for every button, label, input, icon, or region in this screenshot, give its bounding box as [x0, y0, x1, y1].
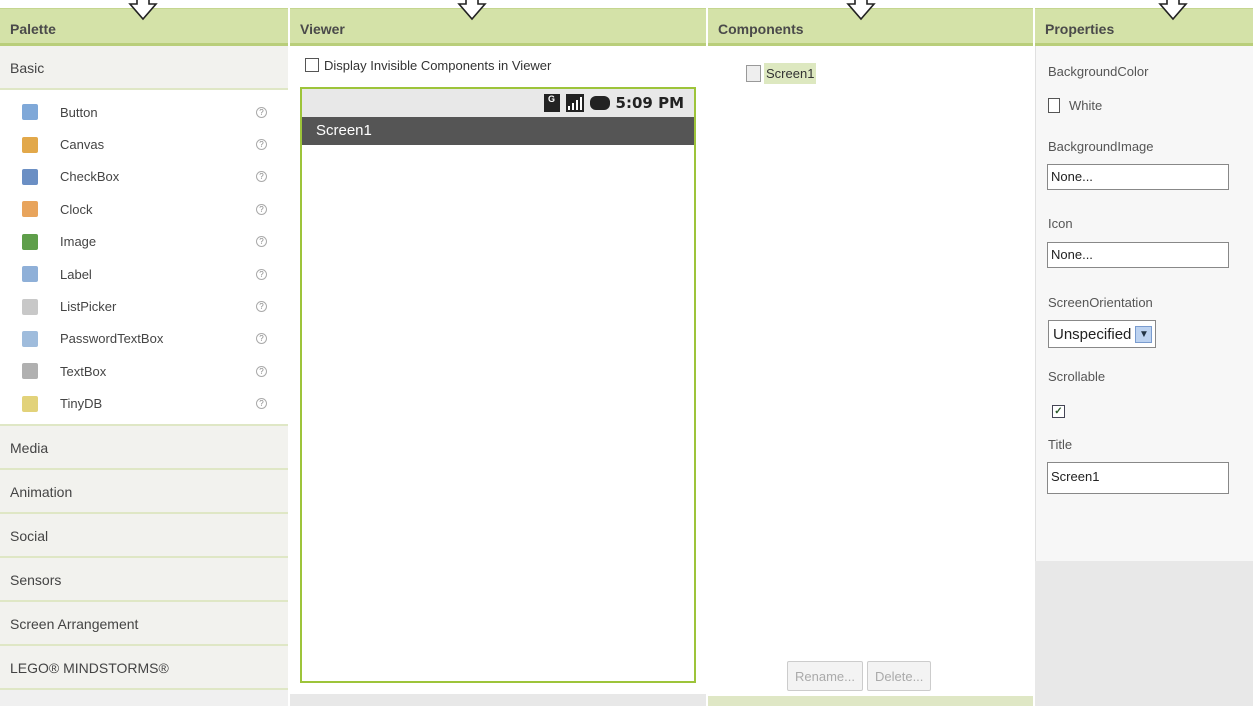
- palette-item-textbox[interactable]: TextBox?: [0, 355, 288, 387]
- display-invisible-row[interactable]: Display Invisible Components in Viewer: [290, 46, 706, 84]
- screen-orientation-label: ScreenOrientation: [1048, 295, 1153, 310]
- label-icon: [22, 266, 38, 283]
- category-media[interactable]: Media: [0, 425, 288, 470]
- palette-item-listpicker[interactable]: ListPicker?: [0, 290, 288, 322]
- icon-input[interactable]: None...: [1047, 242, 1229, 268]
- display-invisible-checkbox[interactable]: [305, 58, 319, 72]
- help-icon[interactable]: ?: [256, 139, 267, 151]
- components-arrow-icon: [846, 0, 876, 21]
- properties-arrow-icon: [1158, 0, 1188, 21]
- viewer-footer: [290, 694, 706, 706]
- help-icon[interactable]: ?: [256, 333, 267, 345]
- help-icon[interactable]: ?: [256, 301, 267, 313]
- components-panel: Components Screen1 Rename... Delete...: [708, 8, 1033, 706]
- palette-item-image[interactable]: Image?: [0, 226, 288, 258]
- textbox-icon: [22, 363, 38, 380]
- palette-item-label[interactable]: Label?: [0, 258, 288, 290]
- palette-arrow-icon: [128, 0, 158, 21]
- help-icon[interactable]: ?: [256, 106, 267, 118]
- tinydb-icon: [22, 395, 38, 412]
- tree-node-screen1[interactable]: Screen1: [746, 63, 817, 84]
- checkbox-icon: [22, 168, 38, 185]
- scrollable-checkbox[interactable]: ✓: [1052, 405, 1065, 418]
- status-time: 5:09 PM: [615, 94, 684, 112]
- background-color-value[interactable]: White: [1069, 98, 1102, 113]
- chevron-down-icon[interactable]: ▼: [1135, 325, 1153, 343]
- passwordtextbox-icon: [22, 330, 38, 347]
- button-icon: [22, 104, 38, 121]
- title-input[interactable]: Screen1: [1047, 462, 1229, 494]
- listpicker-icon: [22, 298, 38, 315]
- palette-list: Button? Canvas? CheckBox? Clock? Image? Label…: [0, 90, 288, 426]
- phone-preview[interactable]: G 5:09 PM Screen1: [300, 87, 696, 683]
- palette-item-checkbox[interactable]: CheckBox?: [0, 161, 288, 193]
- palette-item-label: PasswordTextBox: [60, 331, 164, 347]
- title-label: Title: [1048, 437, 1073, 452]
- help-icon[interactable]: ?: [256, 398, 267, 410]
- help-icon[interactable]: ?: [256, 203, 267, 215]
- properties-panel: Properties BackgroundColor White Backgro…: [1035, 8, 1253, 706]
- screen-title-bar: Screen1: [302, 117, 694, 145]
- category-social[interactable]: Social: [0, 513, 288, 558]
- signal-icon: [565, 94, 584, 112]
- help-icon[interactable]: ?: [256, 268, 267, 280]
- palette-item-label: TinyDB: [60, 396, 103, 412]
- background-image-label: BackgroundImage: [1048, 139, 1154, 154]
- palette-categories: Media Animation Social Sensors Screen Arrang…: [0, 425, 288, 690]
- screen-icon: [746, 65, 761, 82]
- viewer-arrow-icon: [457, 0, 487, 21]
- help-icon[interactable]: ?: [256, 365, 267, 377]
- category-animation[interactable]: Animation: [0, 469, 288, 514]
- screen-orientation-select[interactable]: Unspecified ▼: [1048, 320, 1157, 348]
- image-icon: [22, 233, 38, 250]
- palette-item-label: Clock: [60, 201, 93, 217]
- palette-item-label: Label: [60, 266, 92, 282]
- palette-item-label: TextBox: [60, 363, 107, 379]
- properties-header: Properties: [1035, 8, 1253, 46]
- scrollable-label: Scrollable: [1048, 369, 1106, 384]
- properties-body: BackgroundColor White BackgroundImage No…: [1035, 46, 1253, 561]
- palette-item-label: ListPicker: [60, 299, 117, 315]
- delete-button[interactable]: Delete...: [866, 661, 932, 691]
- icon-label: Icon: [1048, 216, 1073, 231]
- display-invisible-label: Display Invisible Components in Viewer: [324, 57, 552, 73]
- phone-status-bar: G 5:09 PM: [302, 89, 694, 117]
- help-icon[interactable]: ?: [256, 236, 267, 248]
- category-lego-mindstorms[interactable]: LEGO® MINDSTORMS®: [0, 645, 288, 690]
- rename-button[interactable]: Rename...: [787, 661, 863, 691]
- palette-item-label: Image: [60, 234, 97, 250]
- palette-item-tinydb[interactable]: TinyDB?: [0, 388, 288, 420]
- help-icon[interactable]: ?: [256, 171, 267, 183]
- viewer-header: Viewer: [290, 8, 706, 46]
- palette-item-label: Canvas: [60, 137, 105, 153]
- background-color-picker[interactable]: White: [1036, 79, 1253, 113]
- background-image-input[interactable]: None...: [1047, 164, 1229, 190]
- viewer-panel: Viewer Display Invisible Components in V…: [290, 8, 706, 706]
- palette-item-button[interactable]: Button?: [0, 96, 288, 128]
- color-swatch[interactable]: [1048, 98, 1060, 113]
- components-footer: [708, 696, 1033, 706]
- palette-panel: Palette Basic Button? Canvas? CheckBox? Clo…: [0, 8, 288, 706]
- background-color-label: BackgroundColor: [1048, 64, 1149, 79]
- network-icon: G: [543, 94, 560, 112]
- component-actions: Rename... Delete...: [787, 661, 932, 691]
- category-screen-arrangement[interactable]: Screen Arrangement: [0, 601, 288, 646]
- palette-item-canvas[interactable]: Canvas?: [0, 128, 288, 160]
- battery-icon: [589, 96, 610, 110]
- screen-orientation-value: Unspecified: [1053, 325, 1132, 343]
- canvas-icon: [22, 136, 38, 153]
- clock-icon: [22, 201, 38, 218]
- palette-item-clock[interactable]: Clock?: [0, 193, 288, 225]
- category-sensors[interactable]: Sensors: [0, 557, 288, 602]
- palette-item-label: CheckBox: [60, 169, 120, 185]
- palette-item-passwordtextbox[interactable]: PasswordTextBox?: [0, 323, 288, 355]
- tree-node-label[interactable]: Screen1: [764, 63, 817, 84]
- category-basic[interactable]: Basic: [0, 46, 288, 90]
- palette-item-label: Button: [60, 104, 98, 120]
